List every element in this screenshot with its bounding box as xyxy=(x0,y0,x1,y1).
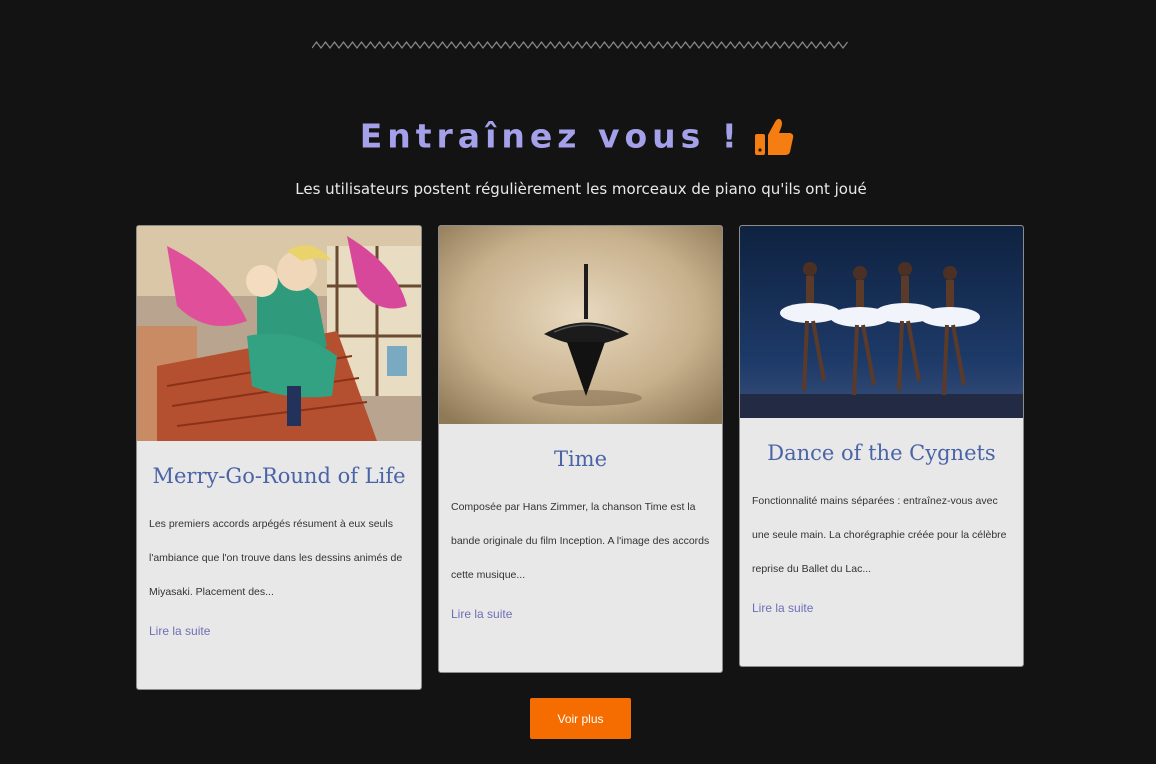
card-thumbnail-ballet[interactable] xyxy=(740,226,1023,418)
card-merry-go-round: Merry-Go-Round of Life Les premiers acco… xyxy=(136,225,422,690)
card-thumbnail-spinning-top[interactable] xyxy=(439,226,722,424)
read-more-link[interactable]: Lire la suite xyxy=(149,624,210,638)
read-more-link[interactable]: Lire la suite xyxy=(752,601,813,615)
card-excerpt: Les premiers accords arpégés résument à … xyxy=(149,518,403,598)
card-title[interactable]: Time xyxy=(439,447,722,471)
section-title: Entraînez vous ! xyxy=(359,116,742,156)
section-subtitle: Les utilisateurs postent régulièrement l… xyxy=(295,180,867,198)
card-excerpt: Fonctionnalité mains séparées : entraîne… xyxy=(752,495,1007,575)
card-excerpt: Composée par Hans Zimmer, la chanson Tim… xyxy=(451,501,710,581)
zigzag-divider xyxy=(312,41,848,49)
thumbs-up-icon xyxy=(752,114,796,158)
read-more-link[interactable]: Lire la suite xyxy=(451,607,512,621)
see-more-button[interactable]: Voir plus xyxy=(530,698,631,739)
card-thumbnail-anime[interactable] xyxy=(137,226,421,441)
card-dance-of-the-cygnets: Dance of the Cygnets Fonctionnalité main… xyxy=(739,225,1024,667)
card-title[interactable]: Dance of the Cygnets xyxy=(740,441,1023,465)
card-title[interactable]: Merry-Go-Round of Life xyxy=(137,464,421,488)
card-time: Time Composée par Hans Zimmer, la chanso… xyxy=(438,225,723,673)
section-heading: Entraînez vous ! xyxy=(0,114,1156,158)
